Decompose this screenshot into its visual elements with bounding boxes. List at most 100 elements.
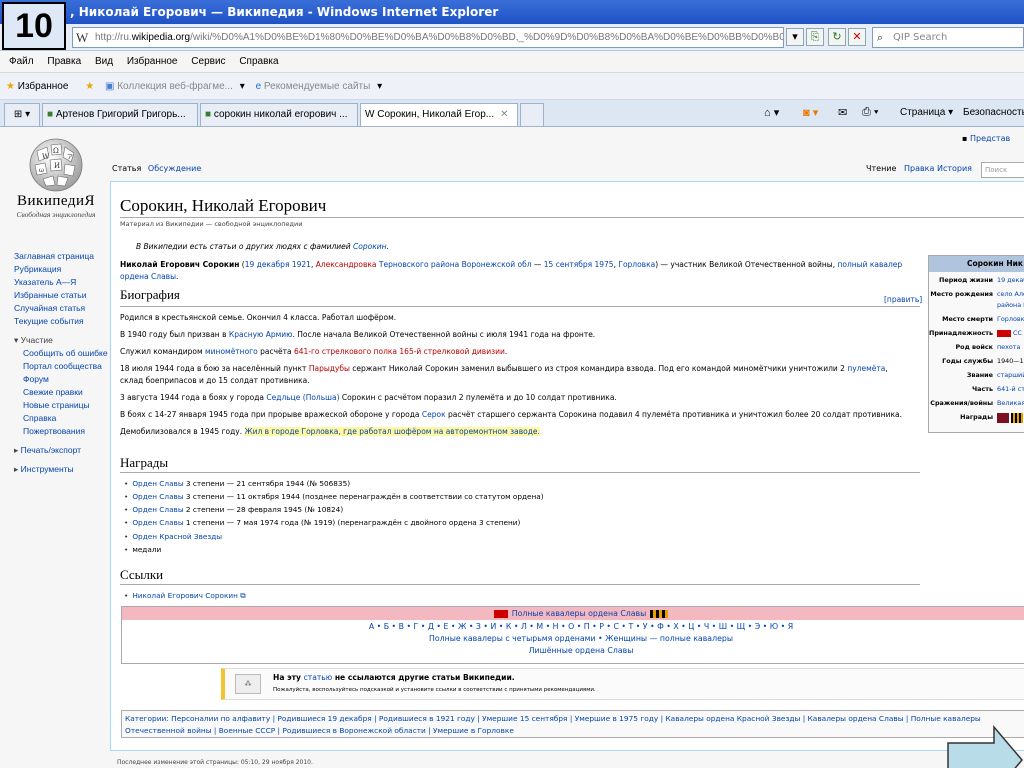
infobox-value[interactable]: района Во <box>997 301 1024 309</box>
sidebar-item-categories[interactable]: Рубрикация <box>14 264 61 274</box>
url-prefix: http://ru. <box>95 32 132 43</box>
red-army-link[interactable]: Красную Армию <box>229 330 293 339</box>
suggested-sites-link[interactable]: Рекомендуемые сайты <box>264 81 370 92</box>
home-icon[interactable]: ⌂ ▾ <box>764 106 779 119</box>
award-link[interactable]: Орден Славы <box>132 518 183 527</box>
page-menu-label: Страница <box>900 107 946 118</box>
page-menu[interactable]: Страница ▾ <box>900 107 953 118</box>
parydubu-link[interactable]: Парыдубы <box>309 364 350 373</box>
infobox-value[interactable]: СС <box>997 329 1022 337</box>
regiment-link[interactable]: 641-го стрелкового полка 165-й стрелково… <box>294 347 505 356</box>
birth-village-link[interactable]: Александровка <box>316 260 377 269</box>
tab-edit[interactable]: Правка <box>904 164 934 173</box>
add-favorite-icon[interactable]: ★ <box>85 81 94 92</box>
sidebar-item-index[interactable]: Указатель А—Я <box>14 277 76 287</box>
wikipedia-logo[interactable]: W Ω ア И ω ВикипедиЯ Свободная энциклопед… <box>10 135 102 235</box>
personal-tools: ▪ Представ <box>962 134 1010 143</box>
menu-favorites[interactable]: Избранное <box>127 56 178 67</box>
print-icon[interactable]: ⎙ ▾ <box>862 106 878 119</box>
tab-article[interactable]: Статья <box>112 164 141 173</box>
new-tab-button[interactable] <box>520 103 544 126</box>
death-date-link[interactable]: 15 сентября 1975 <box>544 260 614 269</box>
menu-help[interactable]: Справка <box>239 56 278 67</box>
next-slide-arrow-icon[interactable] <box>946 725 1024 768</box>
external-link[interactable]: Николай Егорович Сорокин <box>132 591 238 600</box>
infobox-value[interactable]: село Але <box>997 290 1024 298</box>
web-slice-gallery-link[interactable]: Коллекция веб-фрагме... <box>117 81 233 92</box>
sidebar-section-tools[interactable]: ▸ Инструменты <box>14 463 106 476</box>
sidebar-item-main-page[interactable]: Заглавная страница <box>14 251 94 261</box>
refresh-icon[interactable]: ↻ <box>828 28 846 46</box>
sidebar-item-report-error[interactable]: Сообщить об ошибке <box>23 348 108 358</box>
serock-link[interactable]: Серок <box>422 410 446 419</box>
login-link[interactable]: Представ <box>970 134 1010 143</box>
notice-link[interactable]: статью <box>304 673 333 682</box>
tab-sorokin-search[interactable]: ■ сорокин николай егорович ... <box>200 103 358 126</box>
tab-discussion[interactable]: Обсуждение <box>148 164 201 173</box>
infobox-value[interactable]: старший <box>997 371 1024 379</box>
infobox-value[interactable]: Горловка <box>997 315 1024 323</box>
birth-date-link[interactable]: 19 декабря 1921 <box>245 260 311 269</box>
award-link[interactable]: Орден Славы <box>132 505 183 514</box>
favorites-button[interactable]: Избранное <box>18 81 69 92</box>
qip-search-input[interactable]: ⌕ QIP Search <box>872 27 1024 48</box>
stop-icon[interactable]: ✕ <box>848 28 866 46</box>
district-link[interactable]: Терновского района Воронежской обл <box>379 260 532 269</box>
award-link[interactable]: Орден Славы <box>132 479 183 488</box>
close-tab-icon[interactable]: ✕ <box>500 109 508 120</box>
menu-tools[interactable]: Сервис <box>191 56 225 67</box>
infobox-value[interactable]: 641-й ст <box>997 385 1024 393</box>
svg-text:ア: ア <box>67 154 73 161</box>
award-link[interactable]: Орден Красной Звезды <box>132 532 222 541</box>
security-menu[interactable]: Безопасность <box>963 107 1024 118</box>
address-bar[interactable]: W http://ru.wikipedia.org/wiki/%D0%A1%D0… <box>72 27 784 48</box>
chevron-down-icon[interactable]: ▾ <box>377 81 382 92</box>
sidebar-item-new-pages[interactable]: Новые страницы <box>23 400 90 410</box>
tab-sorokin-wiki[interactable]: W Сорокин, Николай Егор... ✕ <box>360 103 518 126</box>
dropdown-arrow-icon[interactable]: ▾ <box>786 28 804 46</box>
death-city-link[interactable]: Горловка <box>618 260 655 269</box>
wiki-search-input[interactable]: Поиск <box>981 162 1024 178</box>
sidebar-section-print[interactable]: ▸ Печать/экспорт <box>14 444 106 457</box>
infobox-value[interactable]: пехота <box>997 343 1020 351</box>
sidebar-item-forum[interactable]: Форум <box>23 374 49 384</box>
hatnote-link[interactable]: Сорокин <box>353 242 386 251</box>
infobox-value[interactable]: Великая <box>997 399 1024 407</box>
gorlovka-highlight-link[interactable]: Жил в городе Горловка, где работал шофёр… <box>245 427 540 436</box>
navbox-row-links[interactable]: Полные кавалеры с четырьмя орденами • Же… <box>429 634 733 643</box>
tab-read[interactable]: Чтение <box>866 164 896 173</box>
tab-history[interactable]: История <box>937 164 972 173</box>
sidebar-item-random[interactable]: Случайная статья <box>14 303 85 313</box>
infobox-key: Часть <box>971 385 993 393</box>
sidebar-section-participation[interactable]: ▾ Участие <box>14 334 106 347</box>
infobox-value[interactable]: 19 декаб <box>997 276 1024 284</box>
page-footer: Последнее изменение этой страницы: 05:10… <box>117 759 313 766</box>
categories-line[interactable]: Категории: Персоналии по алфавиту | Роди… <box>125 714 981 723</box>
navbox-letters[interactable]: А • Б • В • Г • Д • Е • Ж • З • И • К • … <box>369 622 793 631</box>
mail-icon[interactable]: ✉ <box>838 106 847 119</box>
menu-view[interactable]: Вид <box>95 56 113 67</box>
mortar-link[interactable]: миномётного <box>205 347 258 356</box>
compat-view-icon[interactable]: ⎘ <box>806 28 824 46</box>
sidebar-item-help[interactable]: Справка <box>23 413 56 423</box>
siedlce-link[interactable]: Седльце (Польша) <box>266 393 339 402</box>
sidebar-item-featured[interactable]: Избранные статьи <box>14 290 86 300</box>
navbox-title-link[interactable]: Полные кавалеры ордена Славы <box>512 609 647 618</box>
tab-artenov[interactable]: ■ Артенов Григорий Григорь... <box>42 103 198 126</box>
machine-gun-link[interactable]: пулемёта <box>847 364 885 373</box>
categories-line[interactable]: Отечественной войны | Военные СССР | Род… <box>125 726 514 735</box>
glory-ribbon-icon <box>1011 413 1023 423</box>
navbox-row-revoked[interactable]: Лишённые ордена Славы <box>529 646 634 655</box>
menu-file[interactable]: Файл <box>9 56 34 67</box>
sidebar-item-community-portal[interactable]: Портал сообщества <box>23 361 102 371</box>
edit-section-link[interactable]: [править] <box>884 295 922 304</box>
bio-paragraph: В 1940 году был призван в Красную Армию.… <box>120 329 910 341</box>
sidebar-item-current-events[interactable]: Текущие события <box>14 316 84 326</box>
quick-tabs-button[interactable]: ⊞ ▾ <box>4 103 40 126</box>
rss-feed-icon[interactable]: ◙ ▾ <box>803 106 818 119</box>
sidebar-item-donate[interactable]: Пожертвования <box>23 426 85 436</box>
chevron-down-icon[interactable]: ▾ <box>240 81 245 92</box>
sidebar-item-recent-changes[interactable]: Свежие правки <box>23 387 83 397</box>
award-link[interactable]: Орден Славы <box>132 492 183 501</box>
menu-edit[interactable]: Правка <box>47 56 81 67</box>
